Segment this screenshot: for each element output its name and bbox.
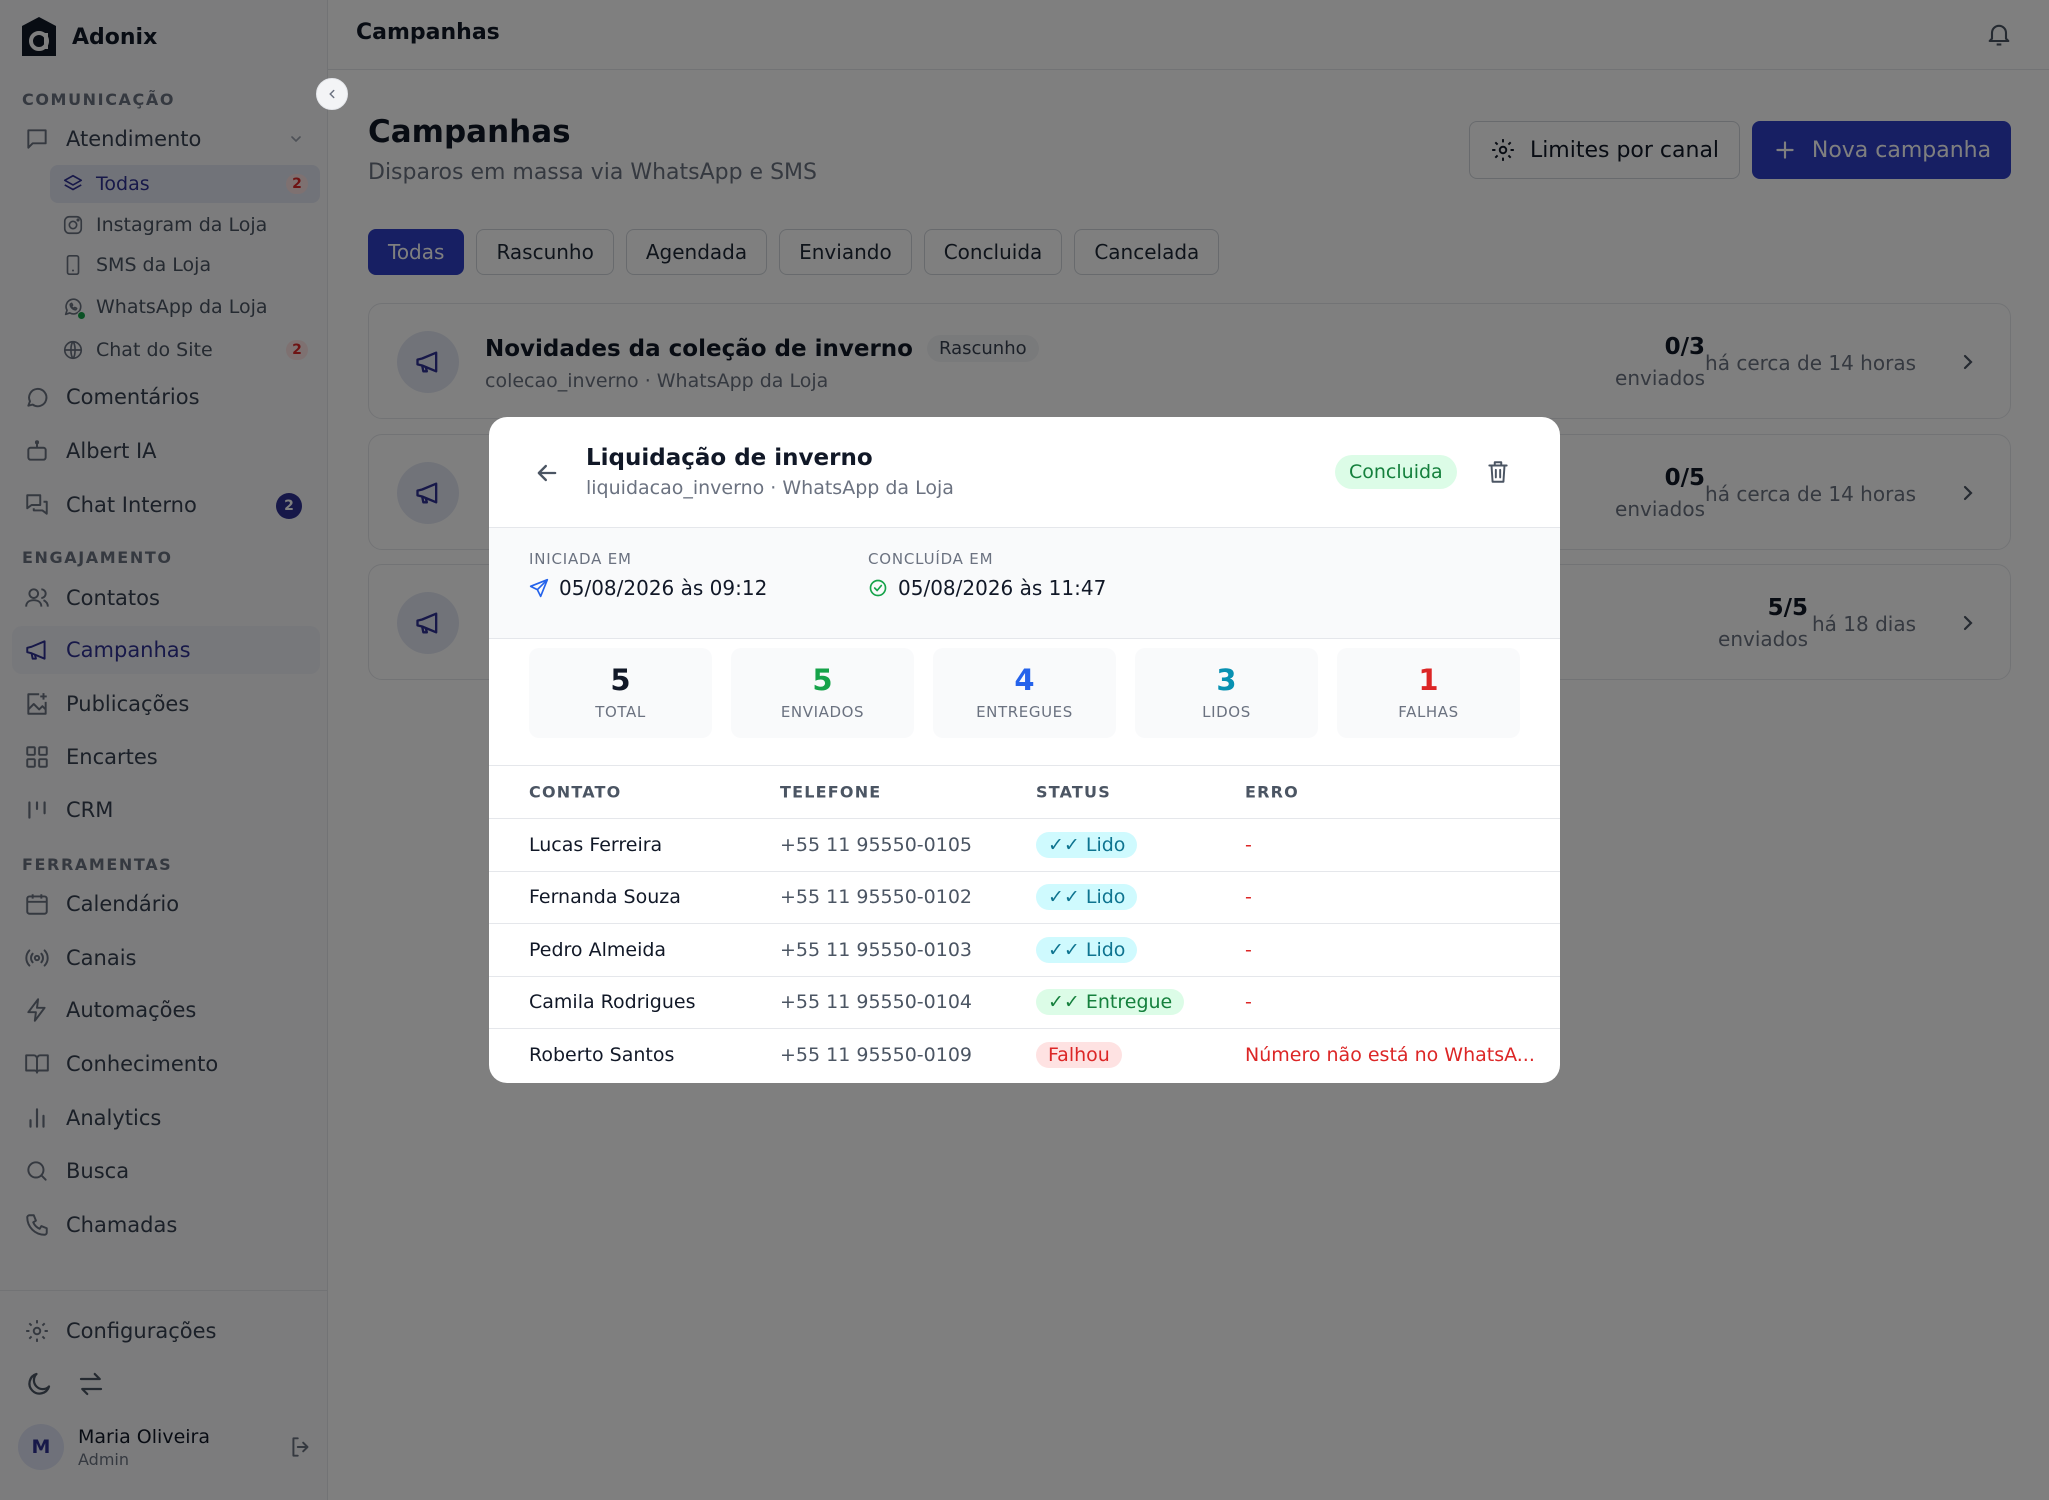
stat-falhas: 1 FALHAS	[1337, 648, 1520, 738]
contact-name: Fernanda Souza	[529, 886, 681, 909]
table-header: CONTATO TELEFONE STATUS ERRO	[489, 766, 1560, 819]
column-header-telefone: TELEFONE	[780, 782, 882, 802]
stat-label: FALHAS	[1398, 703, 1459, 721]
finished-value-row: 05/08/2026 às 11:47	[868, 576, 1106, 600]
delivery-status-badge: Falhou	[1036, 1042, 1122, 1069]
delivery-status-badge: ✓✓ Lido	[1036, 831, 1138, 858]
contact-phone: +55 11 95550-0103	[780, 938, 973, 961]
check-circle-icon	[869, 579, 887, 597]
error-text: Número não está no WhatsA...	[1245, 1044, 1535, 1067]
error-text: -	[1245, 938, 1252, 961]
error-text: -	[1245, 991, 1252, 1014]
recipients-table: CONTATO TELEFONE STATUS ERRO Lucas Ferre…	[489, 765, 1560, 1082]
table-row: Camila Rodrigues +55 11 95550-0104 ✓✓ En…	[489, 977, 1560, 1029]
table-row: Pedro Almeida +55 11 95550-0103 ✓✓ Lido …	[489, 924, 1560, 977]
modal-title: Liquidação de inverno	[586, 445, 873, 471]
stat-total: 5 TOTAL	[529, 648, 712, 738]
trash-icon[interactable]	[1485, 459, 1511, 485]
contact-name: Lucas Ferreira	[529, 833, 663, 856]
contact-name: Pedro Almeida	[529, 938, 667, 961]
campaign-detail-modal: Liquidação de inverno liquidacao_inverno…	[489, 417, 1560, 1083]
collapse-sidebar-button[interactable]	[316, 78, 348, 110]
modal-subtitle: liquidacao_inverno · WhatsApp da Loja	[586, 477, 954, 499]
contact-phone: +55 11 95550-0104	[780, 991, 973, 1014]
stat-label: ENTREGUES	[976, 703, 1073, 721]
stat-lidos: 3 LIDOS	[1135, 648, 1318, 738]
stat-value: 5	[610, 663, 631, 697]
column-header-contato: CONTATO	[529, 782, 622, 802]
stat-entregues: 4 ENTREGUES	[933, 648, 1116, 738]
started-value: 05/08/2026 às 09:12	[559, 576, 768, 600]
stat-label: ENVIADOS	[780, 703, 865, 721]
stat-value: 3	[1216, 663, 1237, 697]
started-value-row: 05/08/2026 às 09:12	[529, 576, 767, 600]
stat-label: TOTAL	[595, 703, 646, 721]
arrow-left-icon[interactable]	[533, 459, 561, 487]
campaign-dates: INICIADA EM 05/08/2026 às 09:12 CONCLUÍD…	[489, 527, 1560, 639]
table-row: Fernanda Souza +55 11 95550-0102 ✓✓ Lido…	[489, 872, 1560, 924]
column-header-erro: ERRO	[1245, 782, 1299, 802]
delivery-status-badge: ✓✓ Entregue	[1036, 989, 1185, 1016]
error-text: -	[1245, 833, 1252, 856]
stat-label: LIDOS	[1202, 703, 1251, 721]
stat-enviados: 5 ENVIADOS	[731, 648, 914, 738]
contact-phone: +55 11 95550-0105	[780, 833, 973, 856]
finished-value: 05/08/2026 às 11:47	[898, 576, 1107, 600]
error-text: -	[1245, 886, 1252, 909]
send-icon	[529, 578, 549, 598]
table-row: Roberto Santos +55 11 95550-0109 Falhou …	[489, 1029, 1560, 1082]
contact-name: Roberto Santos	[529, 1044, 675, 1067]
contact-phone: +55 11 95550-0102	[780, 886, 973, 909]
delivery-status-badge: ✓✓ Lido	[1036, 884, 1138, 911]
stat-value: 5	[812, 663, 833, 697]
finished-label: CONCLUÍDA EM	[868, 550, 994, 568]
table-row: Lucas Ferreira +55 11 95550-0105 ✓✓ Lido…	[489, 819, 1560, 872]
stat-value: 4	[1014, 663, 1035, 697]
chevron-left-icon	[329, 89, 335, 99]
delivery-status-badge: ✓✓ Lido	[1036, 936, 1138, 963]
column-header-status: STATUS	[1036, 782, 1111, 802]
started-label: INICIADA EM	[529, 550, 632, 568]
stats-row: 5 TOTAL 5 ENVIADOS 4 ENTREGUES 3 LIDOS 1…	[529, 648, 1520, 738]
stat-value: 1	[1418, 663, 1439, 697]
contact-name: Camila Rodrigues	[529, 991, 696, 1014]
status-badge: Concluida	[1335, 455, 1457, 489]
contact-phone: +55 11 95550-0109	[780, 1044, 973, 1067]
